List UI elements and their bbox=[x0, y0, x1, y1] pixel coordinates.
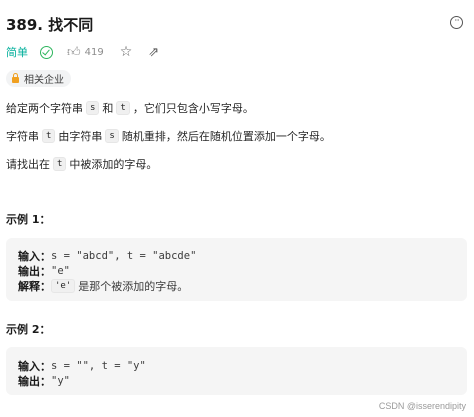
explanation-text: 是那个被添加的字母。 bbox=[78, 280, 189, 293]
desc-text: 由字符串 bbox=[58, 130, 103, 143]
related-companies-tag[interactable]: 相关企业 bbox=[6, 70, 71, 87]
output-value: "e" bbox=[51, 265, 70, 277]
inline-code: t bbox=[53, 157, 67, 171]
inline-code: s bbox=[105, 129, 119, 143]
lock-icon bbox=[12, 73, 19, 83]
desc-text: ，它们只包含小写字母。 bbox=[132, 102, 254, 115]
desc-text: 给定两个字符串 bbox=[6, 102, 83, 115]
like-count: 419 bbox=[84, 46, 104, 58]
more-options-icon[interactable]: ··· bbox=[450, 16, 463, 29]
example-2-box: 输入： s = "", t = "y" 输出： "y" bbox=[6, 347, 467, 395]
input-label: 输入： bbox=[18, 360, 51, 373]
example-2-title: 示例 2： bbox=[6, 323, 51, 336]
example-2-output: 输出： "y" bbox=[18, 373, 70, 389]
inline-code: t bbox=[42, 129, 56, 143]
output-label: 输出： bbox=[18, 375, 51, 388]
problem-title: 389. 找不同 bbox=[6, 16, 94, 34]
example-2-input: 输入： s = "", t = "y" bbox=[18, 358, 146, 374]
desc-text: 和 bbox=[102, 102, 114, 115]
example-1-box: 输入： s = "abcd", t = "abcde" 输出： "e" 解释： … bbox=[6, 238, 467, 301]
inline-code: s bbox=[86, 101, 100, 115]
star-icon[interactable]: ☆ bbox=[120, 45, 133, 59]
problem-meta-bar: 简单 👍︎ 419 ☆ ⇗ bbox=[6, 44, 159, 60]
output-value: "y" bbox=[51, 375, 70, 387]
example-1-input: 输入： s = "abcd", t = "abcde" bbox=[18, 248, 196, 264]
solved-check-icon bbox=[40, 45, 53, 59]
explanation-label: 解释： bbox=[18, 280, 51, 293]
description-line-1: 给定两个字符串 s 和 t ，它们只包含小写字母。 bbox=[6, 100, 254, 116]
watermark: CSDN @isserendipity bbox=[378, 401, 466, 411]
desc-text: 中被添加的字母。 bbox=[69, 158, 158, 171]
share-icon[interactable]: ⇗ bbox=[148, 46, 159, 59]
input-value: s = "", t = "y" bbox=[51, 360, 146, 372]
input-label: 输入： bbox=[18, 250, 51, 263]
description-line-2: 字符串 t 由字符串 s 随机重排，然后在随机位置添加一个字母。 bbox=[6, 128, 331, 144]
description-line-3: 请找出在 t 中被添加的字母。 bbox=[6, 156, 157, 172]
inline-code: 'e' bbox=[51, 279, 76, 293]
example-1-title: 示例 1： bbox=[6, 213, 51, 226]
desc-text: 随机重排，然后在随机位置添加一个字母。 bbox=[121, 130, 331, 143]
desc-text: 字符串 bbox=[6, 130, 39, 143]
input-value: s = "abcd", t = "abcde" bbox=[51, 250, 197, 262]
example-1-explanation: 解释： 'e' 是那个被添加的字母。 bbox=[18, 278, 188, 294]
example-1-output: 输出： "e" bbox=[18, 263, 70, 279]
inline-code: t bbox=[116, 101, 130, 115]
output-label: 输出： bbox=[18, 265, 51, 278]
related-companies-label: 相关企业 bbox=[24, 75, 64, 86]
thumbs-up-icon[interactable]: 👍︎ bbox=[67, 46, 81, 59]
desc-text: 请找出在 bbox=[6, 158, 50, 171]
difficulty-label: 简单 bbox=[6, 46, 28, 59]
